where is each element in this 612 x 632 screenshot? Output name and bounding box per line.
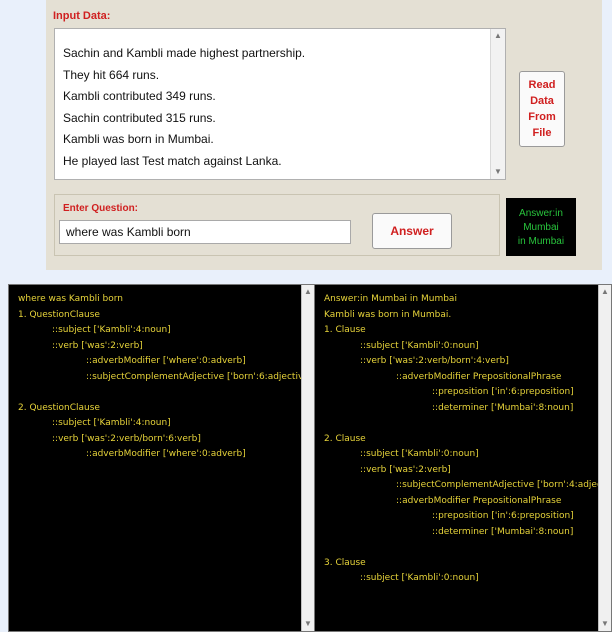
output-line: ::adverbModifier ['where':0:adverb] <box>86 356 246 366</box>
output-line: ::subject ['Kambli':4:noun] <box>52 418 171 428</box>
output-line: Answer:in Mumbai in Mumbai <box>324 294 457 304</box>
input-line: Kambli contributed 349 runs. <box>63 89 216 104</box>
output-line: 2. Clause <box>324 433 366 444</box>
left-output-scrollbar[interactable]: ▲ ▼ <box>301 285 314 631</box>
scroll-down-icon[interactable]: ▼ <box>491 165 505 179</box>
input-lines: Sachin and Kambli made highest partnersh… <box>63 43 489 173</box>
output-line: ::verb ['was':2:verb/born':6:verb] <box>52 433 201 444</box>
output-line: ::preposition ['in':6:preposition] <box>432 387 574 397</box>
output-line: 1. QuestionClause <box>18 309 100 320</box>
output-line: 3. Clause <box>324 557 366 568</box>
answer-display-line: in Mumbai <box>517 236 565 247</box>
input-scrollbar[interactable]: ▲ ▼ <box>490 29 505 179</box>
output-line: ::subject ['Kambli':0:noun] <box>360 340 479 351</box>
output-line: ::preposition ['in':6:preposition] <box>432 511 574 521</box>
output-line: ::subject ['Kambli':0:noun] <box>360 449 479 459</box>
output-line: ::determiner ['Mumbai':8:noun] <box>432 402 574 413</box>
enter-question-label: Enter Question: <box>63 203 139 214</box>
input-data-label: Input Data: <box>53 10 111 22</box>
scroll-down-icon[interactable]: ▼ <box>302 617 314 631</box>
answer-parse-lines: Answer:in Mumbai in Mumbai Kambli was bor… <box>324 292 612 587</box>
read-button-line: From File <box>528 111 556 139</box>
input-data-textarea[interactable]: Sachin and Kambli made highest partnersh… <box>54 28 506 180</box>
read-data-from-file-button[interactable]: Read Data From File <box>519 71 565 147</box>
output-line: 2. QuestionClause <box>18 402 100 413</box>
output-line: ::subject ['Kambli':4:noun] <box>52 325 171 335</box>
input-line: Kambli was born in Mumbai. <box>63 132 214 147</box>
output-line: ::adverbModifier PrepositionalPhrase <box>396 371 562 382</box>
output-line: ::verb ['was':2:verb] <box>360 464 451 475</box>
question-parse-lines: where was Kambli born1. QuestionClause::… <box>18 292 313 463</box>
output-line: ::adverbModifier PrepositionalPhrase <box>396 495 562 506</box>
output-line: ::determiner ['Mumbai':8:noun] <box>432 526 574 537</box>
scroll-up-icon[interactable]: ▲ <box>599 285 611 299</box>
answer-button[interactable]: Answer <box>372 213 452 249</box>
answer-parse-output[interactable]: Answer:in Mumbai in Mumbai Kambli was bor… <box>314 284 612 632</box>
question-input[interactable]: where was Kambli born <box>59 220 351 244</box>
output-line: ::subjectComplementAdjective ['born':6:a… <box>86 371 313 382</box>
output-line: ::subjectComplementAdjective ['born':4:a… <box>396 480 612 490</box>
answer-display: Answer:in Mumbai in Mumbai <box>506 198 576 256</box>
scroll-up-icon[interactable]: ▲ <box>302 285 314 299</box>
output-line: ::verb ['was':2:verb/born':4:verb] <box>360 356 509 366</box>
input-line: They hit 664 runs. <box>63 67 160 82</box>
output-line: ::subject ['Kambli':0:noun] <box>360 573 479 583</box>
read-button-line: Read <box>528 79 556 91</box>
read-button-line: Data <box>530 95 554 107</box>
question-parse-output[interactable]: where was Kambli born1. QuestionClause::… <box>8 284 315 632</box>
input-line: Sachin and Kambli made highest partnersh… <box>63 46 306 60</box>
right-output-scrollbar[interactable]: ▲ ▼ <box>598 285 611 631</box>
answer-display-line: Answer:in Mumbai <box>519 208 563 233</box>
question-group: Enter Question: where was Kambli born An… <box>54 194 500 256</box>
output-line: Kambli was born in Mumbai. <box>324 309 452 320</box>
output-line: ::adverbModifier ['where':0:adverb] <box>86 449 246 459</box>
output-line: ::verb ['was':2:verb] <box>52 340 143 351</box>
scroll-down-icon[interactable]: ▼ <box>599 617 611 631</box>
input-line: He played last Test match against Lanka. <box>63 153 282 168</box>
input-line: Sachin contributed 315 runs. <box>63 110 216 125</box>
output-line: 1. Clause <box>324 325 366 335</box>
scroll-up-icon[interactable]: ▲ <box>491 29 505 43</box>
output-line: where was Kambli born <box>18 294 123 304</box>
